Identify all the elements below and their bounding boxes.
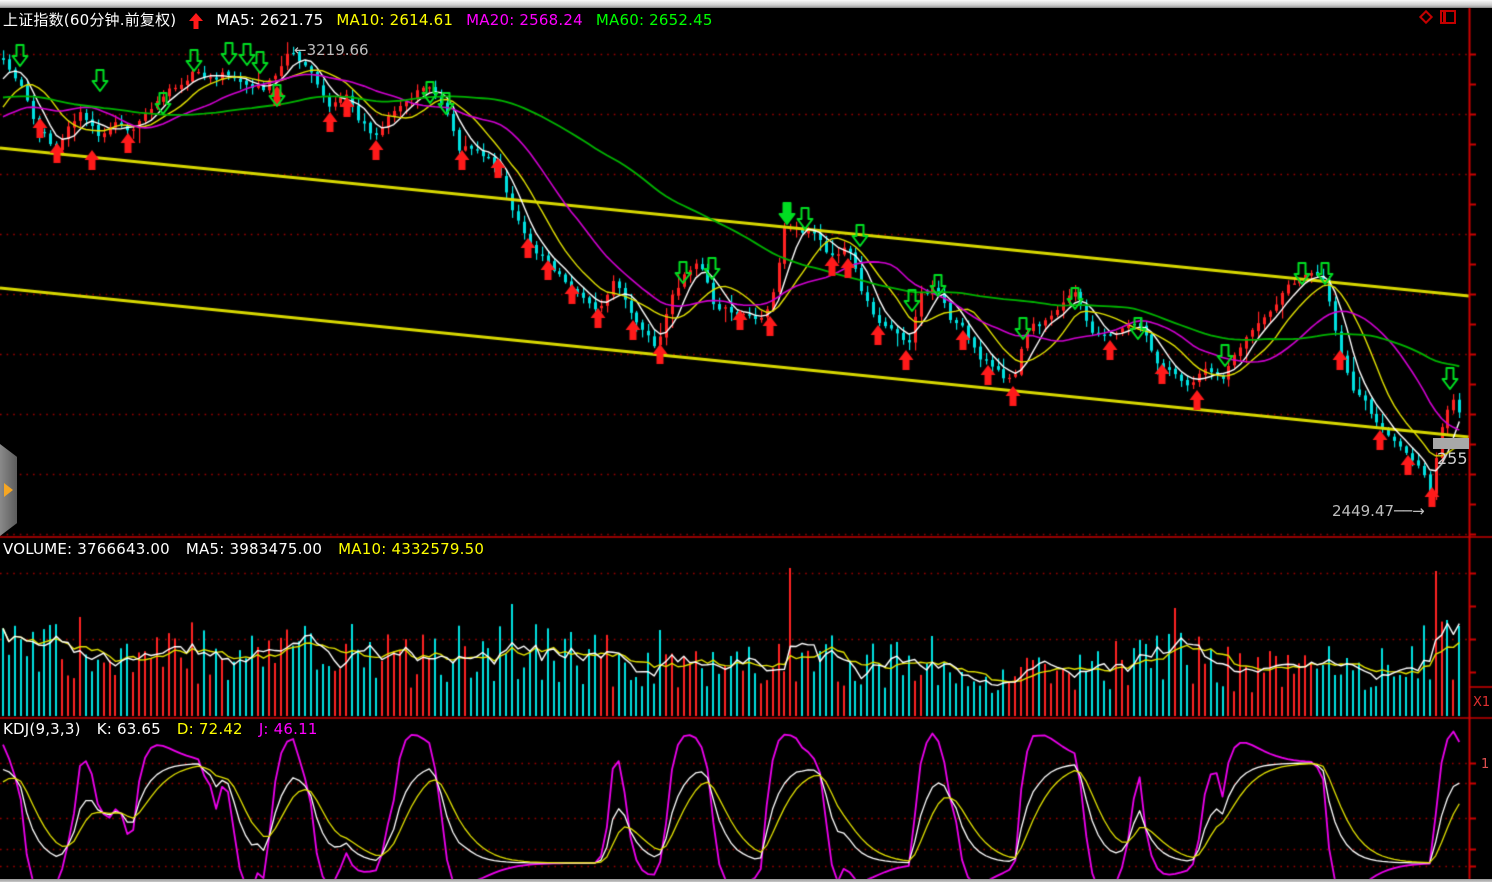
symbol-title[interactable]: 上证指数(60分钟.前复权) bbox=[3, 9, 176, 30]
ma5-readout: MA5: 2621.75 bbox=[216, 11, 323, 29]
kdj-k-readout: K: 63.65 bbox=[97, 720, 161, 738]
kdj-scale-label: 1 bbox=[1481, 757, 1489, 772]
kdj-j-readout: J: 46.11 bbox=[259, 720, 318, 738]
kdj-d-readout: D: 72.42 bbox=[177, 720, 243, 738]
split-window-icon[interactable] bbox=[1440, 10, 1456, 24]
pane-corner-controls bbox=[1421, 10, 1456, 24]
last-price-marker bbox=[1433, 438, 1469, 449]
volume-unit-label: X1 bbox=[1473, 695, 1490, 710]
volume-header: VOLUME: 3766643.00 MA5: 3983475.00 MA10:… bbox=[3, 540, 484, 558]
kdj-title: KDJ(9,3,3) bbox=[3, 720, 81, 738]
window-top-edge bbox=[0, 0, 1492, 8]
up-trend-arrow-icon bbox=[189, 13, 203, 29]
high-price-annotation: ←3219.66 bbox=[294, 41, 369, 59]
volume-ma10-readout: MA10: 4332579.50 bbox=[338, 540, 484, 558]
expand-arrow-icon bbox=[4, 483, 13, 497]
volume-ma5-readout: MA5: 3983475.00 bbox=[186, 540, 322, 558]
chart-canvas[interactable] bbox=[0, 0, 1492, 882]
ma10-readout: MA10: 2614.61 bbox=[336, 11, 453, 29]
low-price-annotation: 2449.47──→ bbox=[1332, 502, 1425, 520]
trading-app-window: 上证指数(60分钟.前复权) MA5: 2621.75 MA10: 2614.6… bbox=[0, 0, 1492, 882]
ma20-readout: MA20: 2568.24 bbox=[466, 11, 583, 29]
kdj-header: KDJ(9,3,3) K: 63.65 D: 72.42 J: 46.11 bbox=[3, 720, 318, 738]
diamond-icon[interactable] bbox=[1419, 10, 1433, 24]
ma60-readout: MA60: 2652.45 bbox=[596, 11, 713, 29]
last-price-label: 255 bbox=[1437, 449, 1468, 468]
sidebar-expand-handle[interactable] bbox=[0, 444, 17, 536]
volume-readout: VOLUME: 3766643.00 bbox=[3, 540, 170, 558]
main-chart-header: 上证指数(60分钟.前复权) MA5: 2621.75 MA10: 2614.6… bbox=[3, 9, 713, 30]
